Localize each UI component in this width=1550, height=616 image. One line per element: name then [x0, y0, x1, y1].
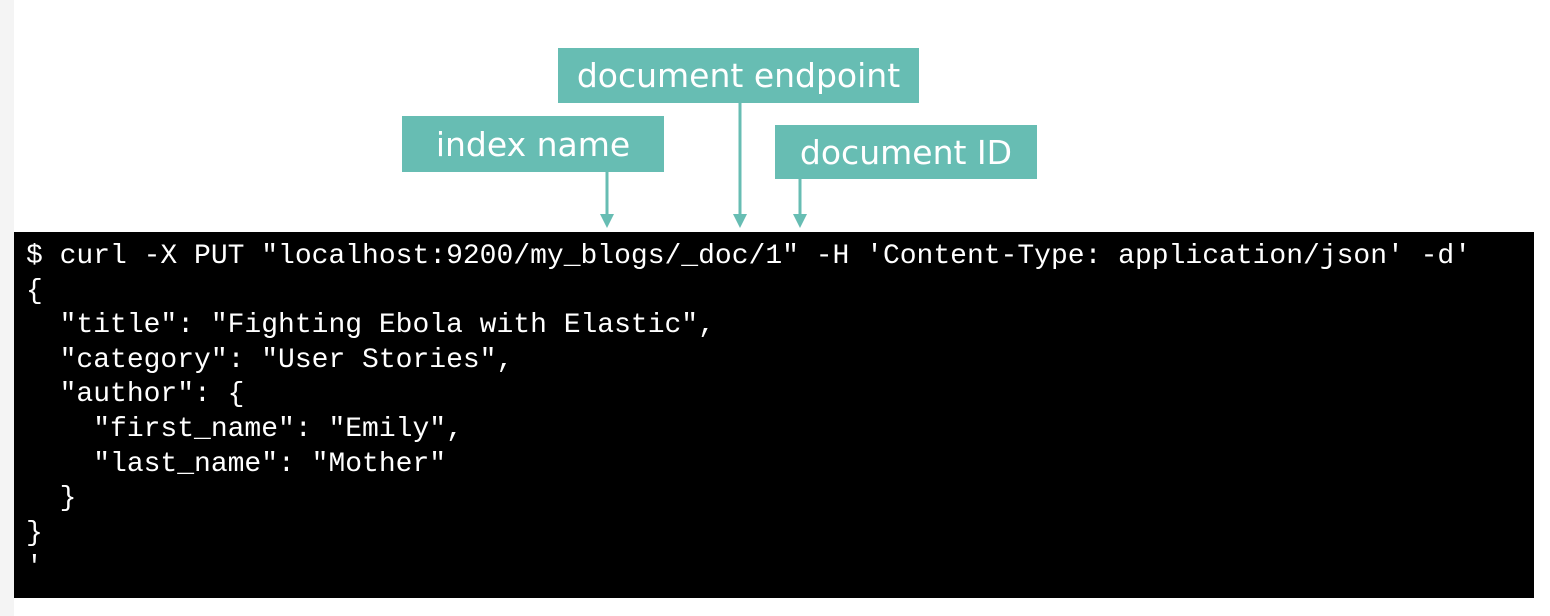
index-name-label: index name — [402, 116, 664, 172]
code-line-title: "title": "Fighting Ebola with Elastic", — [26, 310, 715, 342]
code-line-close-brace: } — [26, 517, 43, 549]
document-endpoint-label: document endpoint — [558, 48, 919, 103]
code-line-closing-quote: ' — [26, 552, 43, 584]
code-line-curl-command: $ curl -X PUT "localhost:9200/my_blogs/_… — [26, 241, 1472, 272]
code-line-author-open: "author": { — [26, 379, 245, 411]
document-id-label: document ID — [775, 125, 1037, 179]
index-name-arrow — [600, 172, 614, 228]
code-line-first-name: "first_name": "Emily", — [26, 413, 463, 445]
left-edge-shade — [0, 0, 14, 616]
terminal-code-block: $ curl -X PUT "localhost:9200/my_blogs/_… — [14, 232, 1534, 598]
document-endpoint-arrow — [733, 103, 747, 228]
code-line-category: "category": "User Stories", — [26, 344, 514, 376]
code-line-open-brace: { — [26, 275, 43, 307]
document-id-arrow — [793, 179, 807, 228]
code-line-author-close: } — [26, 483, 77, 515]
code-line-last-name: "last_name": "Mother" — [26, 448, 447, 480]
